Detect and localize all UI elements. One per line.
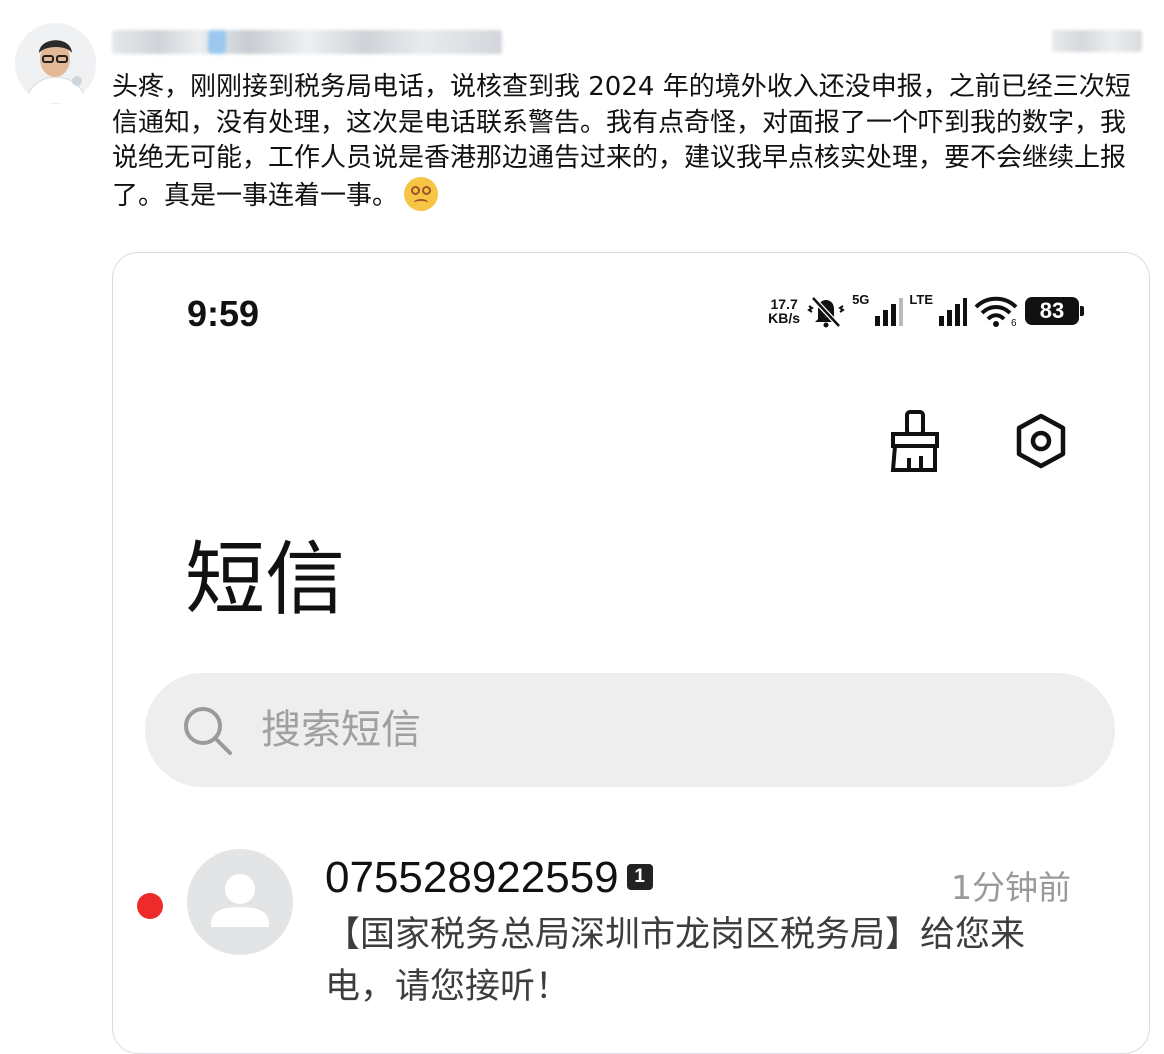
message-list-item[interactable]: 075528922559 1 1分钟前 【国家税务总局深圳市龙岗区税务局】给您来电…: [113, 843, 1149, 1053]
message-sender: 075528922559 1: [325, 851, 653, 905]
search-input[interactable]: [259, 706, 1063, 754]
message-count-badge: 1: [626, 864, 653, 890]
dizzy-face-emoji-icon: [404, 176, 439, 211]
post-body: 头疼，刚刚接到税务局电话，说核查到我 2024 年的境外收入还没申报，之前已经三…: [112, 70, 1142, 214]
author-name-blurred[interactable]: [112, 30, 502, 54]
sim1-network-label: 5G: [852, 292, 870, 307]
wifi-icon: 6: [974, 296, 1018, 327]
message-preview: 【国家税务总局深圳市龙岗区税务局】给您来电，请您接听！: [325, 915, 1026, 1007]
network-speed-value: 17.7: [770, 296, 798, 312]
clean-brush-icon[interactable]: [885, 408, 945, 476]
page-title: 短信: [185, 533, 345, 626]
signal-bars-icon: [875, 298, 904, 326]
sender-number: 075528922559: [325, 853, 619, 902]
author-avatar[interactable]: [15, 23, 96, 104]
message-time: 1分钟前: [951, 868, 1071, 907]
unread-indicator: [137, 893, 163, 919]
signal-bars-icon: [939, 298, 967, 326]
sim2-network-label: LTE: [909, 292, 933, 307]
network-speed-unit: KB/s: [768, 310, 801, 326]
bell-muted-icon: [807, 296, 845, 328]
battery-indicator: 83: [1025, 297, 1084, 325]
status-bar-icons: 17.7 KB/s 5G LTE 6 83: [768, 291, 1084, 331]
embedded-screenshot[interactable]: 9:59 17.7 KB/s 5G LTE 6 83 短信 搜索短信 07552…: [112, 252, 1150, 1054]
post-text: 头疼，刚刚接到税务局电话，说核查到我 2024 年的境外收入还没申报，之前已经三…: [112, 72, 1131, 211]
person-icon: [211, 874, 269, 927]
search-bar[interactable]: [145, 673, 1115, 787]
more-options-blurred[interactable]: [1052, 30, 1142, 52]
network-speed: 17.7 KB/s: [768, 297, 800, 325]
status-time: 9:59: [187, 293, 260, 334]
contact-avatar[interactable]: [187, 849, 293, 955]
search-icon: [184, 707, 232, 755]
settings-gear-icon[interactable]: [1011, 408, 1071, 476]
svg-text:6: 6: [1011, 318, 1017, 327]
